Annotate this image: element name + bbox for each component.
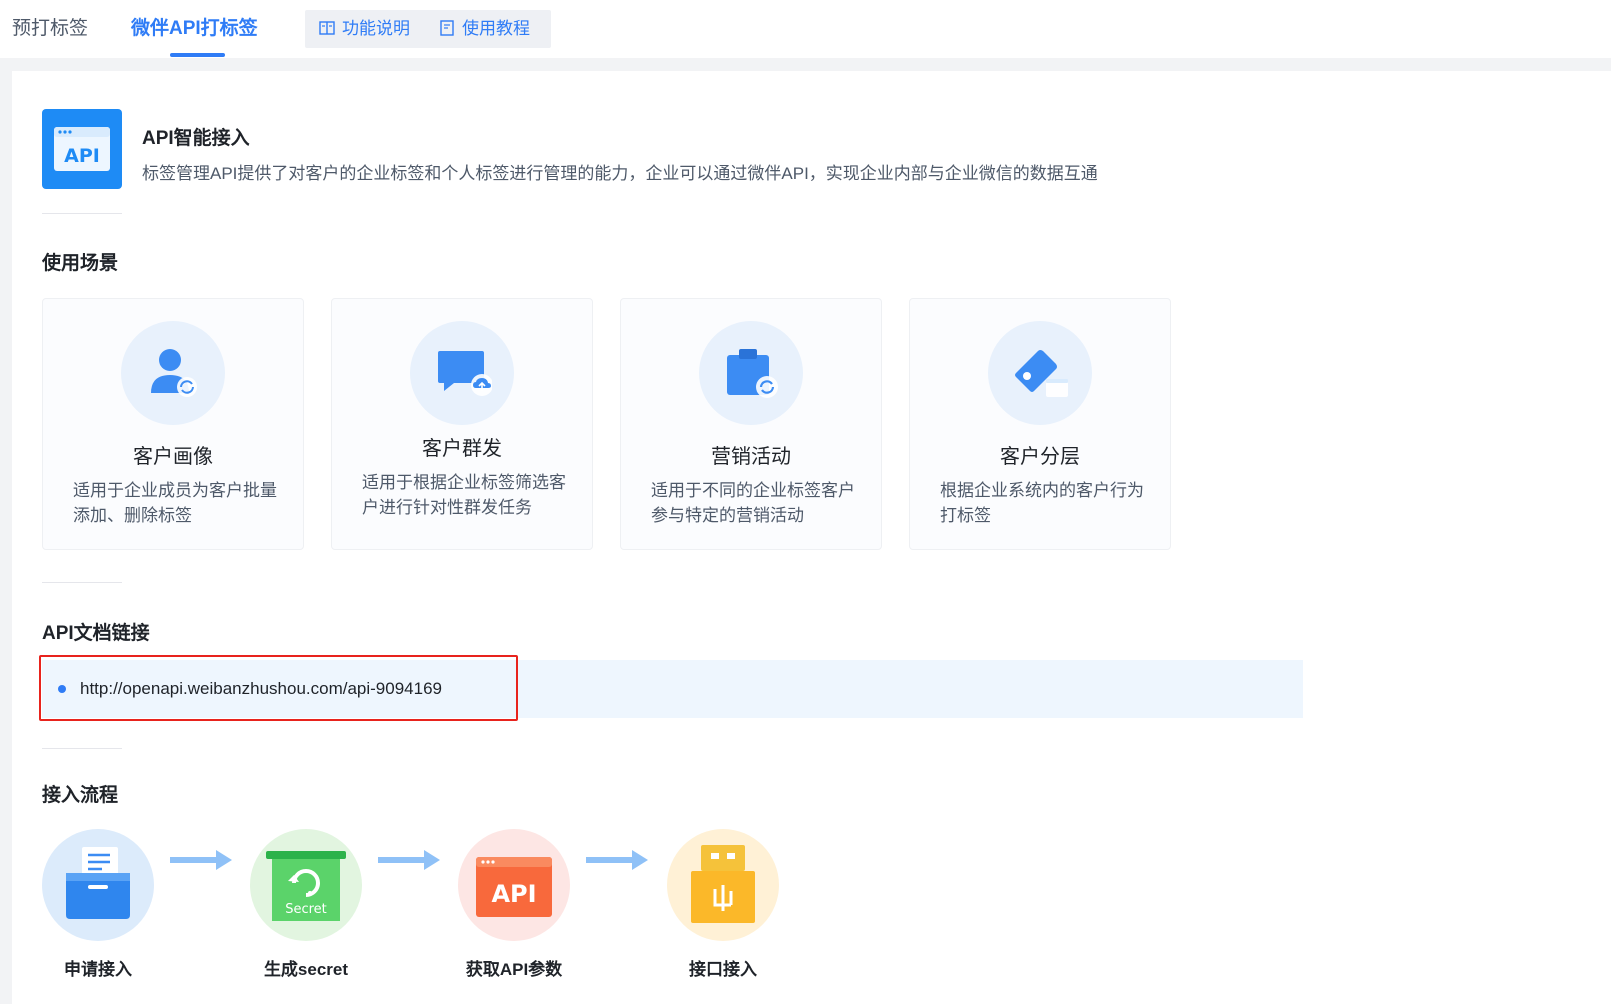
scenario-title: 客户分层	[1000, 446, 1080, 468]
divider	[42, 582, 122, 583]
feature-description-label: 功能说明	[342, 19, 410, 38]
divider	[42, 748, 122, 749]
tag-card-icon	[988, 321, 1092, 425]
api-window-icon: API	[458, 829, 570, 941]
usb-plug-icon	[667, 829, 779, 941]
scenario-card-group-send: 客户群发 适用于根据企业标签筛选客户进行针对性群发任务	[331, 298, 593, 550]
main-card: API API智能接入 标签管理API提供了对客户的企业标签和个人标签进行管理的…	[12, 71, 1611, 1004]
intro-description: 标签管理API提供了对客户的企业标签和个人标签进行管理的能力，企业可以通过微伴A…	[142, 164, 1098, 183]
divider	[42, 213, 122, 214]
svg-text:API: API	[491, 880, 536, 908]
scenario-card-customer-profile: 客户画像 适用于企业成员为客户批量添加、删除标签	[42, 298, 304, 550]
scenarios-title: 使用场景	[42, 253, 119, 274]
scenario-title: 客户群发	[422, 438, 502, 460]
svg-text:API: API	[64, 145, 100, 167]
feature-description-link[interactable]: 功能说明	[319, 18, 410, 40]
intro-title: API智能接入	[142, 128, 250, 149]
scenario-title: 客户画像	[133, 446, 213, 468]
tutorial-link[interactable]: 使用教程	[439, 18, 530, 40]
scenario-desc: 适用于企业成员为客户批量添加、删除标签	[73, 481, 277, 525]
process-title: 接入流程	[42, 785, 119, 806]
api-doc-title: API文档链接	[42, 623, 150, 644]
message-upload-icon	[410, 321, 514, 425]
scenario-desc: 根据企业系统内的客户行为打标签	[940, 481, 1144, 525]
scenario-title: 营销活动	[711, 446, 791, 468]
scenario-desc: 适用于根据企业标签筛选客户进行针对性群发任务	[362, 473, 566, 517]
svg-text:Secret: Secret	[285, 902, 327, 917]
api-logo-icon: API	[42, 109, 122, 189]
scenario-card-customer-layering: 客户分层 根据企业系统内的客户行为打标签	[909, 298, 1171, 550]
clipboard-refresh-icon	[699, 321, 803, 425]
help-links-group: 功能说明 使用教程	[305, 10, 551, 48]
tutorial-label: 使用教程	[462, 19, 530, 38]
step-label: 获取API参数	[465, 960, 563, 979]
scenario-desc: 适用于不同的企业标签客户参与特定的营销活动	[651, 481, 855, 525]
active-tab-indicator	[170, 53, 225, 57]
top-tab-bar: 预打标签 微伴API打标签 功能说明 使用教程	[0, 0, 1611, 58]
scenario-card-marketing: 营销活动 适用于不同的企业标签客户参与特定的营销活动	[620, 298, 882, 550]
user-sync-icon	[121, 321, 225, 425]
api-doc-link[interactable]: http://openapi.weibanzhushou.com/api-909…	[80, 677, 442, 701]
step-label: 接口接入	[689, 960, 757, 979]
secret-box-icon: Secret	[250, 829, 362, 941]
arrow-right-icon	[170, 850, 232, 870]
bullet-dot-icon	[58, 685, 66, 693]
document-icon	[439, 20, 455, 36]
step-label: 生成secret	[263, 960, 349, 979]
book-icon	[319, 20, 335, 36]
tab-api-tag[interactable]: 微伴API打标签	[131, 14, 258, 44]
arrow-right-icon	[378, 850, 440, 870]
arrow-right-icon	[586, 850, 648, 870]
tab-pre-tag[interactable]: 预打标签	[12, 14, 88, 44]
folder-document-icon	[42, 829, 154, 941]
step-label: 申请接入	[64, 960, 132, 979]
